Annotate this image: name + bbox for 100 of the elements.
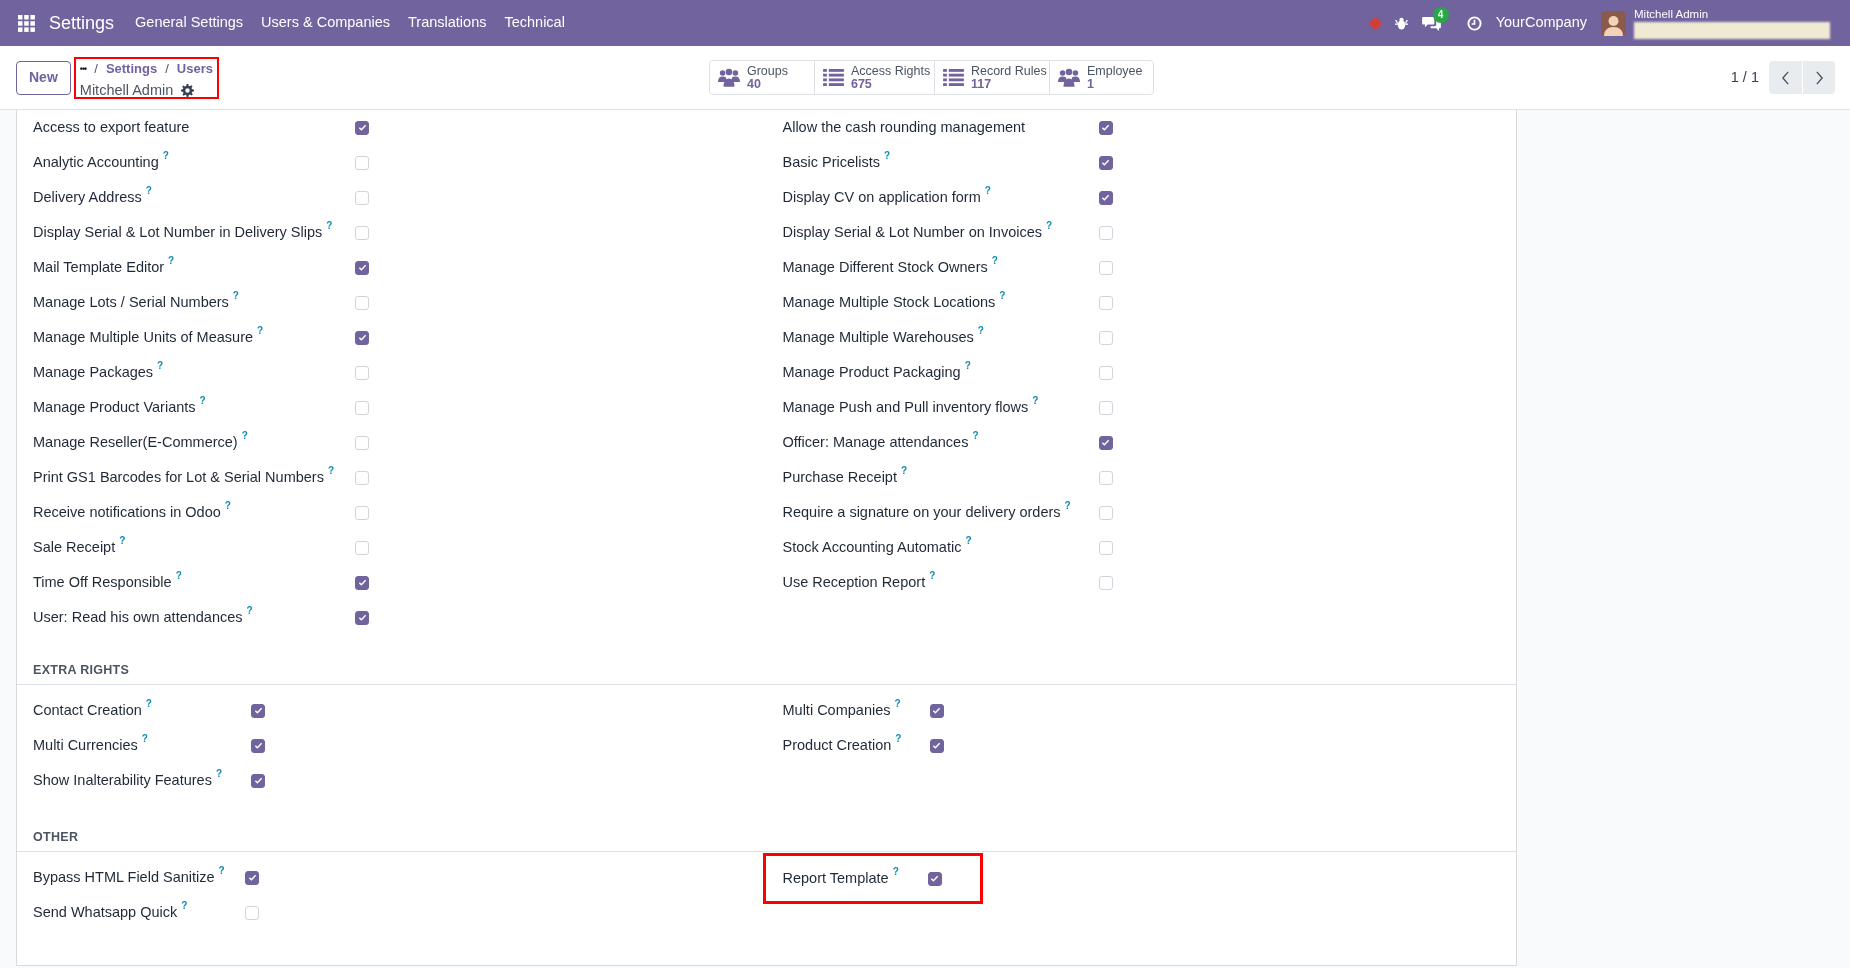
breadcrumb-separator: / bbox=[165, 60, 169, 77]
help-tooltip-icon[interactable]: ? bbox=[218, 862, 225, 878]
help-tooltip-icon[interactable]: ? bbox=[977, 322, 984, 338]
help-tooltip-icon[interactable]: ? bbox=[257, 322, 264, 338]
help-tooltip-icon[interactable]: ? bbox=[145, 182, 152, 198]
user-avatar[interactable] bbox=[1601, 10, 1626, 36]
help-tooltip-icon[interactable]: ? bbox=[141, 730, 148, 746]
stat-button[interactable]: Employee 1 bbox=[1048, 61, 1153, 94]
checkmark-icon bbox=[253, 741, 263, 750]
field-label: Manage Multiple Units of Measure bbox=[33, 327, 254, 347]
help-tooltip-icon[interactable]: ? bbox=[929, 567, 936, 583]
breadcrumb-link[interactable]: Settings bbox=[105, 60, 158, 77]
help-tooltip-icon[interactable]: ? bbox=[984, 182, 991, 198]
field-label: Manage Different Stock Owners bbox=[782, 257, 988, 277]
next-button[interactable] bbox=[1802, 61, 1835, 94]
help-tooltip-icon[interactable]: ? bbox=[145, 695, 152, 711]
breadcrumb-link[interactable]: Users bbox=[176, 60, 213, 77]
apps-menu-icon[interactable] bbox=[18, 14, 35, 32]
field-label: Receive notifications in Odoo bbox=[33, 502, 221, 522]
help-tooltip-icon[interactable]: ? bbox=[175, 567, 182, 583]
checkmark-icon bbox=[930, 874, 939, 883]
checkbox[interactable] bbox=[1098, 120, 1113, 135]
stat-label: Access Rights bbox=[850, 64, 931, 78]
stat-label: Employee bbox=[1086, 64, 1143, 78]
help-tooltip-icon[interactable]: ? bbox=[972, 427, 979, 443]
checkmark-icon bbox=[357, 333, 367, 342]
settings-icon[interactable] bbox=[181, 83, 195, 97]
menu-item[interactable]: Users & Companies bbox=[261, 12, 390, 34]
checkmark-icon bbox=[357, 613, 367, 622]
stat-button[interactable]: Groups 40 bbox=[709, 61, 814, 94]
field-label: Manage Product Packaging bbox=[782, 362, 961, 382]
help-tooltip-icon[interactable]: ? bbox=[162, 147, 169, 163]
checkmark-icon bbox=[357, 263, 367, 272]
field-label: Display Serial & Lot Number in Delivery Slips bbox=[33, 222, 323, 242]
help-tooltip-icon[interactable]: ? bbox=[224, 497, 231, 513]
user-name[interactable]: Mitchell Admin bbox=[1634, 8, 1832, 21]
checkbox[interactable] bbox=[927, 871, 942, 886]
field-label: Multi Currencies bbox=[33, 735, 138, 755]
help-tooltip-icon[interactable]: ? bbox=[1046, 217, 1053, 233]
help-tooltip-icon[interactable]: ? bbox=[991, 252, 998, 268]
help-tooltip-icon[interactable]: ? bbox=[894, 695, 901, 711]
checkbox[interactable] bbox=[355, 575, 369, 590]
pager-value[interactable]: 1 / 1 bbox=[1730, 66, 1759, 89]
field-label: Send Whatsapp Quick bbox=[33, 902, 178, 922]
checkbox[interactable] bbox=[929, 738, 944, 753]
help-tooltip-icon[interactable]: ? bbox=[199, 392, 206, 408]
field-label: Multi Companies bbox=[782, 700, 891, 720]
checkbox[interactable] bbox=[251, 738, 265, 753]
checkbox[interactable] bbox=[1098, 190, 1113, 205]
checkbox[interactable] bbox=[251, 703, 265, 718]
checkmark-icon bbox=[932, 706, 941, 715]
help-tooltip-icon[interactable]: ? bbox=[157, 357, 164, 373]
menu-item[interactable]: Translations bbox=[408, 12, 487, 34]
help-tooltip-icon[interactable]: ? bbox=[326, 217, 333, 233]
previous-button[interactable] bbox=[1769, 61, 1802, 94]
help-tooltip-icon[interactable]: ? bbox=[119, 532, 126, 548]
checkbox[interactable] bbox=[1098, 435, 1113, 450]
clock-icon[interactable] bbox=[1466, 15, 1482, 31]
help-tooltip-icon[interactable]: ? bbox=[900, 462, 908, 478]
help-tooltip-icon[interactable]: ? bbox=[884, 147, 891, 163]
section-heading: EXTRA RIGHTS bbox=[33, 663, 130, 677]
stat-button[interactable]: Access Rights 675 bbox=[813, 61, 934, 94]
breadcrumb-link[interactable]: ••• bbox=[79, 60, 87, 77]
help-tooltip-icon[interactable]: ? bbox=[232, 287, 239, 303]
help-tooltip-icon[interactable]: ? bbox=[999, 287, 1006, 303]
help-tooltip-icon[interactable]: ? bbox=[895, 730, 902, 746]
checkbox[interactable] bbox=[1098, 155, 1113, 170]
checkbox[interactable] bbox=[251, 773, 265, 788]
app-title[interactable]: Settings bbox=[49, 9, 115, 37]
stat-label: Record Rules bbox=[970, 64, 1047, 78]
checkbox[interactable] bbox=[355, 260, 369, 275]
checkbox[interactable] bbox=[245, 870, 259, 885]
field-label: Show Inalterability Features bbox=[33, 770, 212, 790]
help-tooltip-icon[interactable]: ? bbox=[1064, 497, 1071, 513]
stat-value: 1 bbox=[1086, 77, 1094, 91]
checkbox[interactable] bbox=[929, 703, 944, 718]
checkbox[interactable] bbox=[355, 610, 369, 625]
company-switcher[interactable]: YourCompany bbox=[1495, 12, 1587, 34]
menu-item[interactable]: General Settings bbox=[135, 12, 244, 34]
help-tooltip-icon[interactable]: ? bbox=[241, 427, 248, 443]
help-tooltip-icon[interactable]: ? bbox=[1032, 392, 1039, 408]
message-count-badge: 4 bbox=[1432, 6, 1449, 23]
help-tooltip-icon[interactable]: ? bbox=[181, 897, 188, 913]
checkmark-icon bbox=[357, 578, 367, 587]
bug-icon[interactable] bbox=[1394, 16, 1408, 30]
help-tooltip-icon[interactable]: ? bbox=[168, 252, 175, 268]
help-tooltip-icon[interactable]: ? bbox=[965, 532, 972, 548]
field-label: Contact Creation bbox=[33, 700, 142, 720]
help-tooltip-icon[interactable]: ? bbox=[892, 863, 899, 879]
checkbox[interactable] bbox=[355, 120, 369, 135]
field-label: Officer: Manage attendances bbox=[782, 432, 969, 452]
help-tooltip-icon[interactable]: ? bbox=[964, 357, 971, 373]
help-tooltip-icon[interactable]: ? bbox=[215, 765, 223, 781]
stat-button[interactable]: Record Rules 117 bbox=[933, 61, 1049, 94]
menu-item[interactable]: Technical bbox=[504, 12, 565, 34]
checkmark-icon bbox=[1101, 158, 1110, 167]
new-button[interactable]: New bbox=[16, 60, 71, 95]
checkbox[interactable] bbox=[355, 330, 369, 345]
help-tooltip-icon[interactable]: ? bbox=[327, 462, 335, 478]
help-tooltip-icon[interactable]: ? bbox=[246, 602, 253, 618]
